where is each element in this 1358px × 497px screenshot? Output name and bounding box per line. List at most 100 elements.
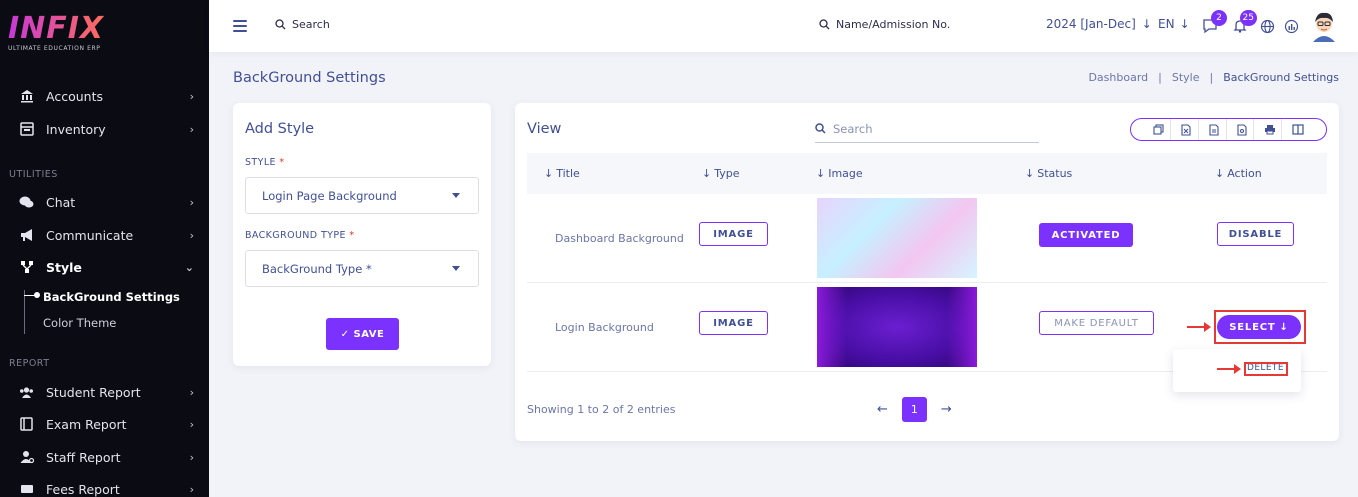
student-search-label: Name/Admission No. bbox=[836, 18, 951, 31]
sidebar-item-label: Student Report bbox=[46, 384, 141, 400]
chevron-right-icon: › bbox=[189, 483, 194, 496]
bg-type-select[interactable]: BackGround Type * bbox=[245, 250, 479, 287]
view-card: View Search ↓ Title ↓ Type ↓ Image ↓ Status … bbox=[515, 103, 1339, 441]
chevron-right-icon: › bbox=[189, 229, 194, 242]
inventory-icon bbox=[19, 122, 34, 137]
chevron-right-icon: › bbox=[189, 418, 194, 431]
pointer-arrow bbox=[1187, 322, 1211, 332]
status-activated-button[interactable]: ACTIVATED bbox=[1039, 223, 1133, 247]
messages-badge: 2 bbox=[1211, 10, 1227, 26]
column-status[interactable]: ↓ Status bbox=[1025, 167, 1072, 180]
columns-icon bbox=[1292, 124, 1304, 135]
excel-icon bbox=[1181, 123, 1191, 136]
disable-button[interactable]: DISABLE bbox=[1217, 222, 1294, 246]
brand-logo[interactable]: INFIX ULTIMATE EDUCATION ERP bbox=[8, 14, 104, 53]
page-title: BackGround Settings bbox=[233, 70, 386, 86]
breadcrumb-dashboard[interactable]: Dashboard bbox=[1088, 71, 1148, 84]
make-default-button[interactable]: MAKE DEFAULT bbox=[1039, 311, 1154, 335]
sidebar-subitem-background-settings[interactable]: BackGround Settings bbox=[43, 290, 180, 304]
logo-tagline: ULTIMATE EDUCATION ERP bbox=[8, 45, 101, 52]
breadcrumb-separator: | bbox=[1209, 71, 1214, 84]
top-search[interactable]: Search bbox=[275, 18, 330, 31]
sort-icon: ↓ bbox=[1215, 167, 1225, 180]
sidebar-item-inventory[interactable]: Inventory › bbox=[0, 115, 209, 143]
analytics-button[interactable] bbox=[1282, 17, 1300, 35]
avatar[interactable] bbox=[1311, 10, 1337, 42]
search-icon bbox=[275, 19, 286, 30]
sidebar-item-fees-report[interactable]: Fees Report › bbox=[0, 475, 209, 497]
sort-icon: ↓ bbox=[544, 167, 554, 180]
required-mark: * bbox=[349, 230, 355, 241]
column-image-label: Image bbox=[828, 167, 863, 180]
add-style-title: Add Style bbox=[245, 121, 315, 137]
style-select-value: Login Page Background bbox=[262, 188, 397, 203]
chevron-right-icon: › bbox=[189, 123, 194, 136]
arrow-down-icon: ↓ bbox=[1141, 17, 1152, 31]
bank-icon bbox=[19, 89, 34, 104]
staff-icon bbox=[19, 450, 34, 465]
section-label-report: REPORT bbox=[9, 358, 50, 369]
pdf-button[interactable] bbox=[1230, 119, 1255, 140]
excel-button[interactable] bbox=[1175, 119, 1199, 140]
messages-button[interactable]: 2 bbox=[1201, 10, 1227, 35]
chevron-down-icon: ⌄ bbox=[184, 261, 194, 274]
column-action[interactable]: ↓ Action bbox=[1215, 167, 1262, 180]
column-image[interactable]: ↓ Image bbox=[816, 167, 863, 180]
sidebar-item-exam-report[interactable]: Exam Report › bbox=[0, 410, 209, 438]
sidebar-item-label: Inventory bbox=[46, 121, 106, 137]
copy-button[interactable] bbox=[1147, 119, 1171, 140]
style-select[interactable]: Login Page Background bbox=[245, 177, 479, 214]
sidebar-item-accounts[interactable]: Accounts › bbox=[0, 82, 209, 110]
student-search[interactable]: Name/Admission No. bbox=[819, 18, 950, 31]
sort-icon: ↓ bbox=[702, 167, 712, 180]
background-thumbnail bbox=[817, 198, 977, 278]
sidebar-item-communicate[interactable]: Communicate › bbox=[0, 221, 209, 249]
notifications-button[interactable]: 25 bbox=[1231, 10, 1257, 35]
columns-button[interactable] bbox=[1286, 119, 1310, 140]
megaphone-icon bbox=[19, 228, 34, 243]
prev-page-icon[interactable]: ← bbox=[877, 402, 888, 417]
arrow-down-icon: ↓ bbox=[1179, 17, 1190, 31]
bg-type-select-value: BackGround Type * bbox=[262, 261, 372, 276]
search-icon bbox=[819, 19, 830, 30]
column-title[interactable]: ↓ Title bbox=[544, 167, 580, 180]
column-status-label: Status bbox=[1037, 167, 1073, 180]
chevron-right-icon: › bbox=[189, 90, 194, 103]
save-button[interactable]: ✓ SAVE bbox=[326, 318, 399, 350]
style-icon bbox=[19, 260, 34, 275]
sidebar-item-label: Communicate bbox=[46, 227, 134, 243]
menu-icon[interactable] bbox=[233, 20, 247, 35]
page-button[interactable]: 1 bbox=[901, 397, 927, 422]
sidebar-item-style[interactable]: Style ⌄ bbox=[0, 253, 209, 281]
sidebar-item-student-report[interactable]: Student Report › bbox=[0, 378, 209, 406]
sidebar-item-chat[interactable]: Chat › bbox=[0, 188, 209, 216]
type-badge: IMAGE bbox=[699, 222, 768, 246]
required-mark: * bbox=[279, 157, 285, 168]
sidebar-item-label: Chat bbox=[46, 194, 76, 210]
caret-down-icon bbox=[452, 193, 460, 198]
session-value: 2024 [Jan-Dec] bbox=[1046, 17, 1136, 31]
session-select[interactable]: 2024 [Jan-Dec] ↓ bbox=[1046, 17, 1152, 31]
language-value: EN bbox=[1158, 17, 1175, 31]
sidebar-subitem-color-theme[interactable]: Color Theme bbox=[43, 316, 116, 330]
table-header: ↓ Title ↓ Type ↓ Image ↓ Status ↓ Action bbox=[527, 153, 1327, 194]
top-search-label: Search bbox=[292, 18, 330, 31]
caret-down-icon bbox=[452, 266, 460, 271]
active-indicator bbox=[24, 292, 40, 298]
row-title: Dashboard Background bbox=[555, 232, 684, 245]
next-page-icon[interactable]: → bbox=[941, 402, 952, 417]
column-type[interactable]: ↓ Type bbox=[702, 167, 739, 180]
print-button[interactable] bbox=[1258, 119, 1283, 140]
breadcrumb-separator: | bbox=[1158, 71, 1162, 84]
table-search-input[interactable]: Search bbox=[815, 115, 1039, 143]
language-select[interactable]: EN ↓ bbox=[1158, 17, 1190, 31]
csv-button[interactable] bbox=[1203, 119, 1227, 140]
csv-icon bbox=[1209, 123, 1219, 136]
website-button[interactable] bbox=[1258, 17, 1276, 35]
highlight-delete bbox=[1244, 362, 1288, 376]
sidebar-item-staff-report[interactable]: Staff Report › bbox=[0, 443, 209, 471]
breadcrumb-style[interactable]: Style bbox=[1172, 71, 1200, 84]
view-title: View bbox=[527, 121, 562, 137]
book-icon bbox=[19, 417, 34, 432]
search-icon bbox=[815, 123, 826, 134]
